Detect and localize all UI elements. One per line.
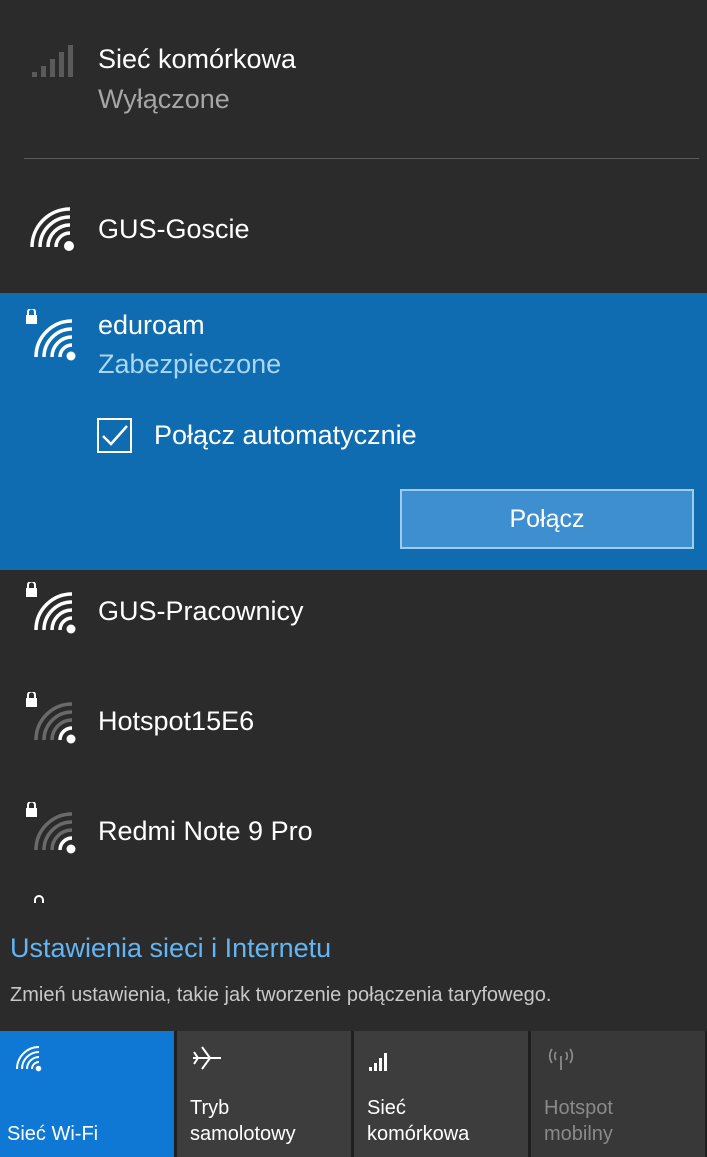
cellular-name: Sieć komórkowa <box>98 44 297 74</box>
wifi-icon <box>30 207 74 251</box>
wifi-secure-icon <box>26 802 76 854</box>
wifi-tile[interactable]: Sieć Wi-Fi <box>0 1031 174 1157</box>
network-settings-description: Zmień ustawienia, takie jak tworzenie po… <box>10 984 552 1006</box>
auto-connect-label[interactable]: Połącz automatycznie <box>154 420 417 451</box>
cellular-signal-icon <box>32 45 73 77</box>
tile-label-line2: komórkowa <box>367 1123 470 1145</box>
hotspot-icon <box>548 1048 574 1070</box>
cellular-tile[interactable]: Sieć komórkowa <box>354 1031 528 1157</box>
mobile-hotspot-tile[interactable]: Hotspot mobilny <box>531 1031 705 1157</box>
network-settings-link[interactable]: Ustawienia sieci i Internetu <box>10 933 331 964</box>
cellular-network-item[interactable]: Sieć komórkowa Wyłączone <box>0 0 707 158</box>
network-name: eduroam <box>98 310 205 340</box>
network-name: GUS-Goscie <box>98 214 250 244</box>
tile-label-line1: Hotspot <box>544 1097 613 1119</box>
wifi-secure-icon <box>26 692 76 744</box>
airplane-icon <box>193 1046 221 1070</box>
tile-label: Sieć Wi-Fi <box>7 1123 99 1145</box>
network-security-status: Zabezpieczone <box>98 349 282 379</box>
airplane-mode-tile[interactable]: Tryb samolotowy <box>177 1031 351 1157</box>
network-item-gus-pracownicy[interactable]: GUS-Pracownicy <box>0 570 707 680</box>
connect-button[interactable]: Połącz <box>400 489 694 549</box>
network-name: GUS-Pracownicy <box>98 596 304 626</box>
tile-label-line1: Sieć <box>367 1097 406 1119</box>
tile-label-line2: samolotowy <box>190 1123 296 1145</box>
network-item-hotspot15e6[interactable]: Hotspot15E6 <box>0 680 707 790</box>
checkmark-icon <box>102 425 128 446</box>
wifi-icon <box>16 1046 42 1072</box>
network-item-eduroam[interactable]: eduroam Zabezpieczone Połącz automatyczn… <box>0 293 707 570</box>
network-name: Redmi Note 9 Pro <box>98 816 313 846</box>
tile-label-line2: mobilny <box>544 1123 613 1145</box>
network-item-redmi-note-9-pro[interactable]: Redmi Note 9 Pro <box>0 790 707 900</box>
network-name: Hotspot15E6 <box>98 706 255 736</box>
cellular-signal-icon <box>369 1053 387 1071</box>
wifi-secure-icon <box>26 309 76 361</box>
lock-icon <box>34 895 44 903</box>
network-item-gus-goscie[interactable]: GUS-Goscie <box>0 170 707 280</box>
auto-connect-checkbox[interactable] <box>97 418 132 453</box>
tile-label-line1: Tryb <box>190 1097 230 1119</box>
wifi-secure-icon <box>26 582 76 634</box>
cellular-status: Wyłączone <box>98 84 230 114</box>
divider <box>24 158 699 159</box>
quick-actions: Sieć Wi-Fi Tryb samolotowy Sieć komórkow… <box>0 1031 707 1157</box>
